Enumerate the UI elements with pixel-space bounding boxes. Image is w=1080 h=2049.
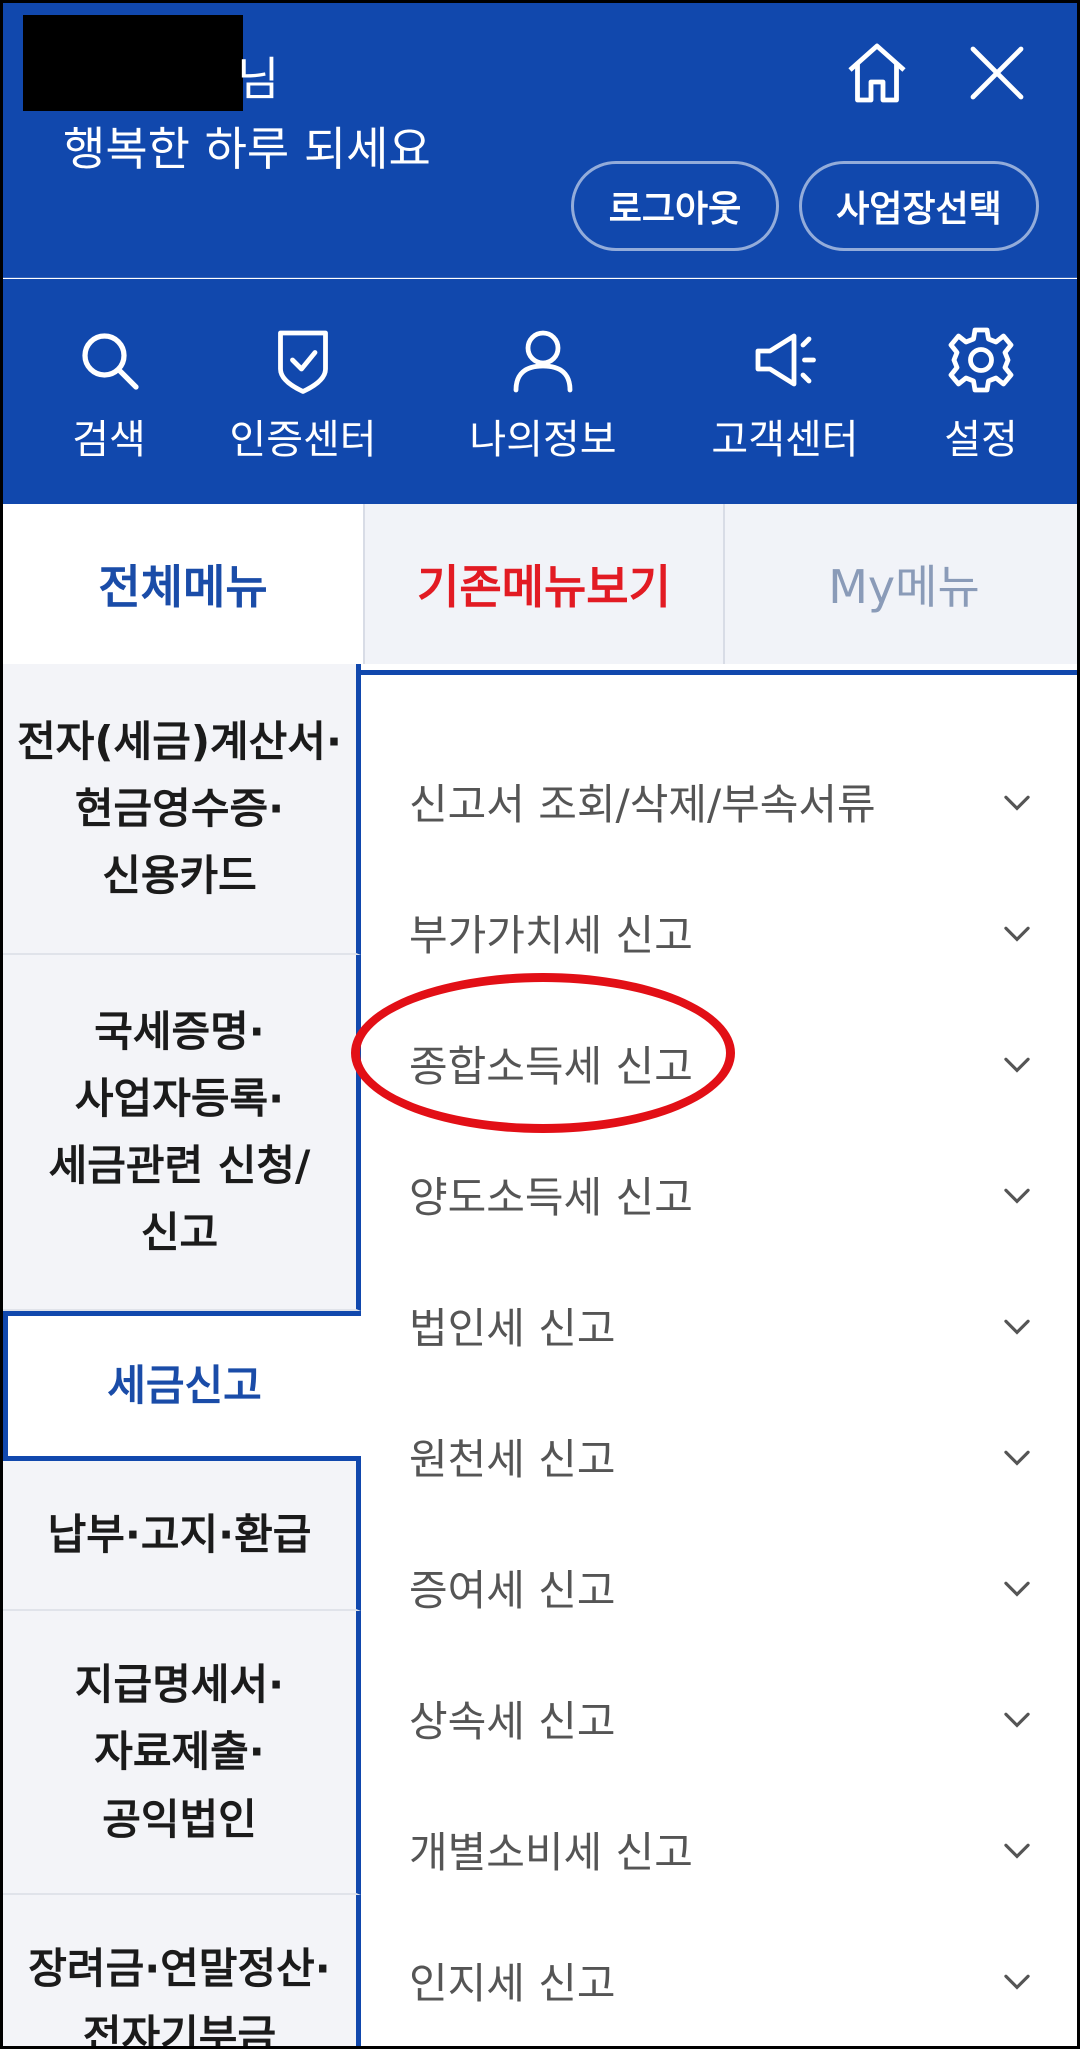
submenu-item[interactable]: 상속세 신고 bbox=[361, 1653, 1077, 1784]
chevron-down-icon bbox=[1004, 1974, 1030, 1990]
gear-icon bbox=[948, 327, 1014, 393]
chevron-down-icon bbox=[1004, 1843, 1030, 1859]
user-icon bbox=[513, 330, 573, 393]
quick-search-label: 검색 bbox=[72, 417, 146, 463]
quick-customer-center-label: 고객센터 bbox=[711, 417, 859, 463]
chevron-down-icon bbox=[1004, 1712, 1030, 1728]
shield-check-icon bbox=[278, 330, 328, 394]
chevron-down-icon bbox=[1004, 795, 1030, 811]
submenu-item[interactable]: 증여세 신고 bbox=[361, 1522, 1077, 1653]
submenu-item-label: 부가가치세 신고 bbox=[409, 911, 693, 960]
submenu-item[interactable]: 개별소비세 신고 bbox=[361, 1784, 1077, 1915]
submenu-item[interactable]: 법인세 신고 bbox=[361, 1260, 1077, 1391]
quick-settings-label: 설정 bbox=[944, 417, 1018, 463]
submenu-item-label: 상속세 신고 bbox=[409, 1697, 616, 1746]
submenu-item-label: 개별소비세 신고 bbox=[409, 1828, 693, 1877]
category-e-invoice[interactable]: 전자(세금)계산서· 현금영수증· 신용카드 bbox=[3, 664, 361, 955]
quick-menu: 검색 인증센터 나의정보 고객센터 설정 bbox=[3, 279, 1077, 504]
category-tax-filing[interactable]: 세금신고 bbox=[3, 1311, 361, 1461]
quick-auth-center-label: 인증센터 bbox=[229, 417, 377, 463]
highlight-circle bbox=[351, 973, 735, 1133]
category-certificates[interactable]: 국세증명· 사업자등록· 세금관련 신청/ 신고 bbox=[3, 955, 361, 1311]
home-icon[interactable] bbox=[835, 31, 919, 115]
search-icon bbox=[82, 333, 139, 390]
category-statements[interactable]: 지급명세서· 자료제출· 공익법인 bbox=[3, 1611, 361, 1895]
greeting-text: 행복한 하루 되세요 bbox=[63, 122, 431, 176]
tab-legacy-menu[interactable]: 기존메뉴보기 bbox=[363, 504, 723, 664]
submenu-item-label: 원천세 신고 bbox=[409, 1435, 616, 1484]
header: 님 행복한 하루 되세요 로그아웃 사업장선택 bbox=[3, 3, 1077, 279]
category-payment[interactable]: 납부·고지·환급 bbox=[3, 1461, 361, 1611]
category-incentives[interactable]: 장려금·연말정산· 전자기부금 bbox=[3, 1895, 361, 2046]
chevron-down-icon bbox=[1004, 1581, 1030, 1597]
submenu-item-label: 양도소득세 신고 bbox=[409, 1173, 693, 1222]
chevron-down-icon bbox=[1004, 1188, 1030, 1204]
submenu-item[interactable]: 원천세 신고 bbox=[361, 1391, 1077, 1522]
chevron-down-icon bbox=[1004, 926, 1030, 942]
submenu-item[interactable]: 신고서 조회/삭제/부속서류 bbox=[361, 736, 1077, 867]
close-icon[interactable] bbox=[955, 31, 1039, 115]
quick-customer-center[interactable]: 고객센터 bbox=[685, 279, 885, 504]
submenu-item[interactable]: 양도소득세 신고 bbox=[361, 1129, 1077, 1260]
logout-button[interactable]: 로그아웃 bbox=[571, 161, 779, 251]
chevron-down-icon bbox=[1004, 1319, 1030, 1335]
quick-my-info[interactable]: 나의정보 bbox=[443, 279, 643, 504]
tab-all-menu[interactable]: 전체메뉴 bbox=[3, 504, 363, 664]
menu-tabs: 전체메뉴 기존메뉴보기 My메뉴 bbox=[3, 504, 1077, 664]
chevron-down-icon bbox=[1004, 1450, 1030, 1466]
select-business-button[interactable]: 사업장선택 bbox=[799, 161, 1039, 251]
category-list: 전자(세금)계산서· 현금영수증· 신용카드 국세증명· 사업자등록· 세금관련… bbox=[3, 664, 361, 2046]
tab-my-menu[interactable]: My메뉴 bbox=[723, 504, 1077, 664]
quick-search[interactable]: 검색 bbox=[9, 279, 209, 504]
submenu-item-label: 법인세 신고 bbox=[409, 1304, 616, 1353]
quick-settings[interactable]: 설정 bbox=[881, 279, 1077, 504]
quick-my-info-label: 나의정보 bbox=[469, 417, 617, 463]
redacted-username bbox=[23, 15, 243, 111]
submenu-item[interactable]: 인지세 신고 bbox=[361, 1915, 1077, 2046]
megaphone-icon bbox=[755, 333, 816, 387]
submenu-item-label: 증여세 신고 bbox=[409, 1566, 616, 1615]
submenu-item-label: 신고서 조회/삭제/부속서류 bbox=[409, 780, 876, 829]
submenu-item-label: 인지세 신고 bbox=[409, 1959, 616, 2008]
quick-auth-center[interactable]: 인증센터 bbox=[203, 279, 403, 504]
app-frame: 님 행복한 하루 되세요 로그아웃 사업장선택 검색 인증센터 나의정보 고객센… bbox=[0, 0, 1080, 2049]
chevron-down-icon bbox=[1004, 1057, 1030, 1073]
submenu-list: 신고서 조회/삭제/부속서류 부가가치세 신고 종합소득세 신고 양도소득세 신… bbox=[361, 670, 1077, 2046]
user-suffix: 님 bbox=[237, 52, 280, 106]
